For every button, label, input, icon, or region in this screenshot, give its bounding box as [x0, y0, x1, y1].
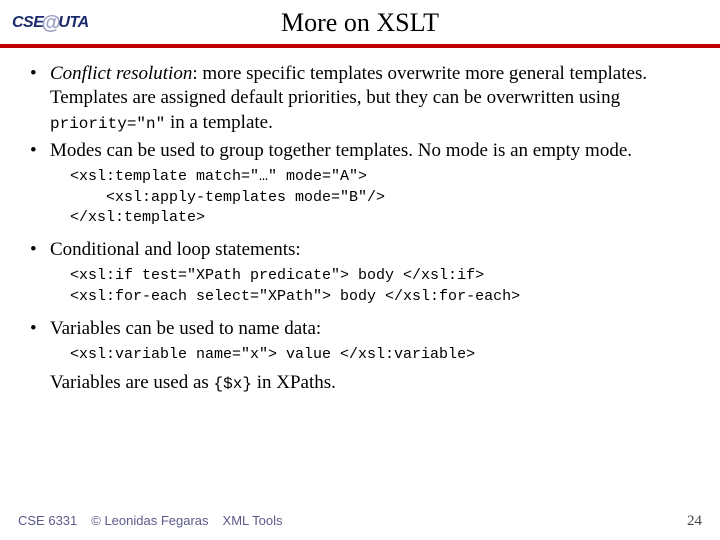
inline-code: {$x} — [214, 375, 252, 393]
footer-section: XML Tools — [223, 513, 283, 528]
page-number: 24 — [687, 513, 702, 530]
footer-course: CSE 6331 — [18, 513, 77, 528]
footer-copyright: © Leonidas Fegaras — [91, 513, 208, 528]
code-block: <xsl:template match="…" mode="A"> <xsl:a… — [50, 163, 692, 234]
bullet-lead: Conflict resolution — [50, 63, 192, 84]
inline-code: priority="n" — [50, 115, 165, 133]
closing-text: Variables are used as — [50, 372, 214, 393]
code-block: <xsl:if test="XPath predicate"> body </x… — [50, 262, 692, 313]
bullet-text: in a template. — [165, 112, 273, 133]
bullet-item: Variables can be used to name data: <xsl… — [28, 317, 692, 396]
bullet-text: Conditional and loop statements: — [50, 239, 301, 260]
code-block: <xsl:variable name="x"> value </xsl:vari… — [50, 341, 692, 371]
bullet-text: Variables can be used to name data: — [50, 318, 321, 339]
slide-title: More on XSLT — [12, 8, 708, 38]
bullet-item: Modes can be used to group together temp… — [28, 139, 692, 234]
bullet-item: Conditional and loop statements: <xsl:if… — [28, 238, 692, 313]
divider — [0, 44, 720, 48]
closing-text: in XPaths. — [252, 372, 336, 393]
bullet-text: Modes can be used to group together temp… — [50, 140, 632, 161]
slide-footer: CSE 6331 © Leonidas Fegaras XML Tools 24 — [0, 513, 720, 530]
slide-body: Conflict resolution: more specific templ… — [0, 62, 720, 396]
bullet-item: Conflict resolution: more specific templ… — [28, 62, 692, 135]
slide-header: CSE@UTA More on XSLT — [0, 0, 720, 38]
